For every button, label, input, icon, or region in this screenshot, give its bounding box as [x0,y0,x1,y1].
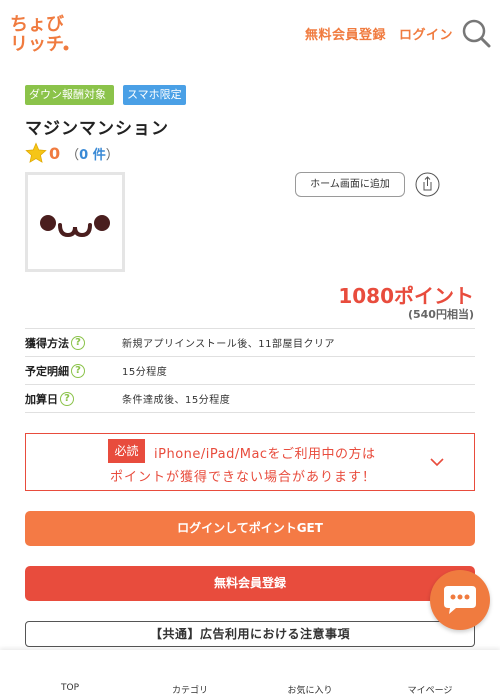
svg-text:リッチ: リッチ [10,34,64,54]
info-row-method: 獲得方法? 新規アプリインストール後、11部屋目クリア [25,329,475,357]
chevron-down-icon [430,458,444,467]
device-warning-accordion[interactable]: 必読 iPhone/iPad/Macをご利用中の方は ポイントが獲得できない場合… [25,433,475,491]
chat-button[interactable] [430,570,490,630]
kaomoji-face-icon [40,215,110,238]
info-value: 新規アプリインストール後、11部屋目クリア [122,339,336,350]
header-register-link[interactable]: 無料会員登録 [305,24,386,43]
help-icon[interactable]: ? [71,335,85,350]
chobirich-logo[interactable]: ちょび リッチ [10,12,72,54]
info-label: 獲得方法 [25,336,69,350]
add-to-home-button[interactable]: ホーム画面に追加 [295,172,405,197]
app-icon [25,172,125,272]
tag-download-reward: ダウン報酬対象 [25,85,114,105]
nav-category[interactable]: カテゴリ [150,683,230,696]
search-icon[interactable] [461,18,491,48]
warning-text-line1: iPhone/iPad/Macをご利用中の方は [154,447,376,462]
info-table: 獲得方法? 新規アプリインストール後、11部屋目クリア 予定明細? 15分程度 … [25,328,475,413]
nav-mypage[interactable]: マイページ [390,683,470,696]
help-icon[interactable]: ? [60,391,74,406]
info-label: 加算日 [25,392,58,406]
info-label: 予定明細 [25,364,69,378]
rating[interactable]: 0 （0 件） [25,142,119,164]
info-row-credit-date: 加算日? 条件達成後、15分程度 [25,385,475,413]
tag-smartphone-only: スマホ限定 [123,85,186,105]
rating-score: 0 [49,143,61,163]
svg-text:ちょび: ちょび [10,14,65,35]
bottom-nav: TOP カテゴリ お気に入り マイページ [0,650,500,700]
must-read-badge: 必読 [108,439,145,463]
register-button[interactable]: 無料会員登録 [25,566,475,601]
star-icon [25,142,47,163]
info-value: 条件達成後、15分程度 [122,395,231,406]
info-value: 15分程度 [122,367,168,378]
reward-points: 1080ポイント [338,284,474,308]
app-title: マジンマンション [25,119,169,139]
warning-text-line2: ポイントが獲得できない場合があります！ [110,470,377,485]
header: ちょび リッチ 無料会員登録 ログイン [0,0,500,66]
chat-bubble-icon [444,586,476,614]
help-icon[interactable]: ? [71,363,85,378]
share-icon[interactable] [415,172,440,197]
login-get-points-button[interactable]: ログインしてポイントGET [25,511,475,546]
rating-count: （0 件） [66,147,119,163]
ad-notice-button[interactable]: 【共通】広告利用における注意事項 [25,621,475,647]
header-login-link[interactable]: ログイン [399,24,453,43]
reward-yen-equivalent: (540円相当) [407,308,474,321]
nav-favorite[interactable]: お気に入り [270,683,350,696]
nav-top[interactable]: TOP [30,683,110,693]
info-row-schedule: 予定明細? 15分程度 [25,357,475,385]
